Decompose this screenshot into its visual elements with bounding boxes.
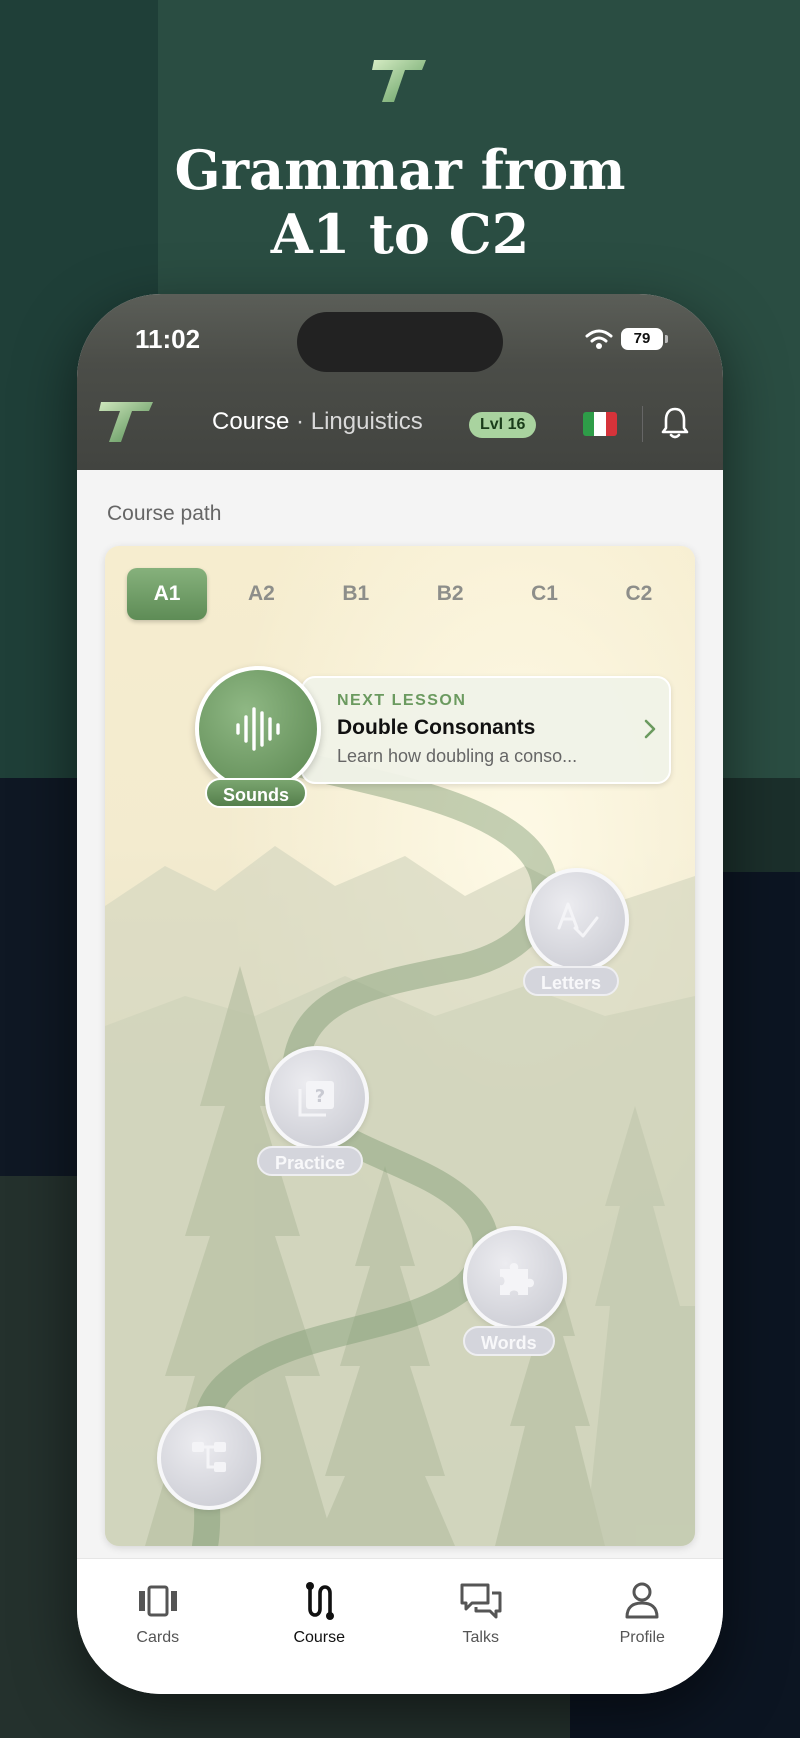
header-course: Course	[212, 408, 290, 435]
level-tabs: A1 A2 B1 B2 C1 C2	[127, 568, 679, 620]
lesson-node-sounds[interactable]	[195, 666, 321, 792]
spelling-check-icon	[557, 902, 599, 938]
brand-logo	[372, 60, 426, 102]
header-divider	[642, 406, 643, 442]
tab-a2[interactable]: A2	[221, 568, 301, 620]
path-icon	[306, 1582, 335, 1620]
svg-text:?: ?	[315, 1086, 325, 1107]
next-lesson-title: Double Consonants	[337, 716, 536, 739]
section-label: Course path	[107, 502, 222, 525]
italy-flag-icon[interactable]	[583, 412, 617, 436]
lesson-node-practice[interactable]: ?	[265, 1046, 369, 1150]
headline-line: A1 to C2	[270, 202, 530, 266]
lesson-label-letters: Letters	[523, 966, 620, 996]
header-title: Course · Linguistics	[212, 408, 423, 436]
next-lesson-description: Learn how doubling a conso...	[337, 746, 578, 766]
lesson-node-words[interactable]	[463, 1226, 567, 1330]
wifi-icon	[585, 329, 613, 349]
chevron-right-icon	[644, 719, 656, 739]
lesson-label-sounds: Sounds	[205, 778, 307, 808]
course-path-card: A1 A2 B1 B2 C1 C2 NEXT LESSON Double Con…	[105, 546, 695, 1546]
headline-line: Grammar from	[174, 138, 626, 202]
waveform-icon	[236, 707, 280, 751]
lesson-node-structure[interactable]	[157, 1406, 261, 1510]
chat-icon	[460, 1583, 502, 1619]
nav-cards[interactable]: Cards	[77, 1559, 239, 1694]
app-header: 11:02 79 Course · Linguistics Lvl 16	[77, 294, 723, 470]
structure-icon	[192, 1442, 226, 1472]
lesson-node-letters[interactable]	[525, 868, 629, 972]
battery-icon: 79	[621, 328, 668, 350]
header-subtitle: Linguistics	[310, 408, 423, 435]
app-logo[interactable]	[99, 398, 155, 446]
nav-label-talks: Talks	[462, 1629, 499, 1646]
tab-c1[interactable]: C1	[505, 568, 585, 620]
phone-frame: 11:02 79 Course · Linguistics Lvl 16 Cou…	[77, 294, 723, 1694]
nav-talks[interactable]: Talks	[400, 1559, 562, 1694]
dynamic-island	[297, 312, 503, 372]
puzzle-icon	[500, 1263, 534, 1295]
bottom-nav: Cards Course Talks Profile	[77, 1558, 723, 1694]
next-lesson-kicker: NEXT LESSON	[337, 692, 467, 709]
nav-label-course: Course	[293, 1629, 346, 1646]
nav-course[interactable]: Course	[239, 1559, 401, 1694]
question-card-icon: ?	[298, 1081, 334, 1117]
tab-c2[interactable]: C2	[599, 568, 679, 620]
promo-headline: Grammar from A1 to C2	[0, 138, 800, 266]
nav-profile[interactable]: Profile	[562, 1559, 724, 1694]
bell-icon[interactable]	[661, 406, 689, 440]
lesson-label-words: Words	[463, 1326, 555, 1356]
next-lesson-card[interactable]: NEXT LESSON Double Consonants Learn how …	[301, 676, 671, 784]
header-separator: ·	[296, 408, 305, 435]
nav-label-cards: Cards	[136, 1629, 180, 1646]
status-time: 11:02	[135, 324, 201, 354]
tab-a1[interactable]: A1	[127, 568, 207, 620]
level-badge: Lvl 16	[469, 412, 537, 438]
tab-b2[interactable]: B2	[410, 568, 490, 620]
person-icon	[625, 1582, 659, 1619]
cards-icon	[138, 1585, 177, 1617]
nav-label-profile: Profile	[619, 1629, 665, 1646]
tab-b1[interactable]: B1	[316, 568, 396, 620]
lesson-label-practice: Practice	[257, 1146, 364, 1176]
